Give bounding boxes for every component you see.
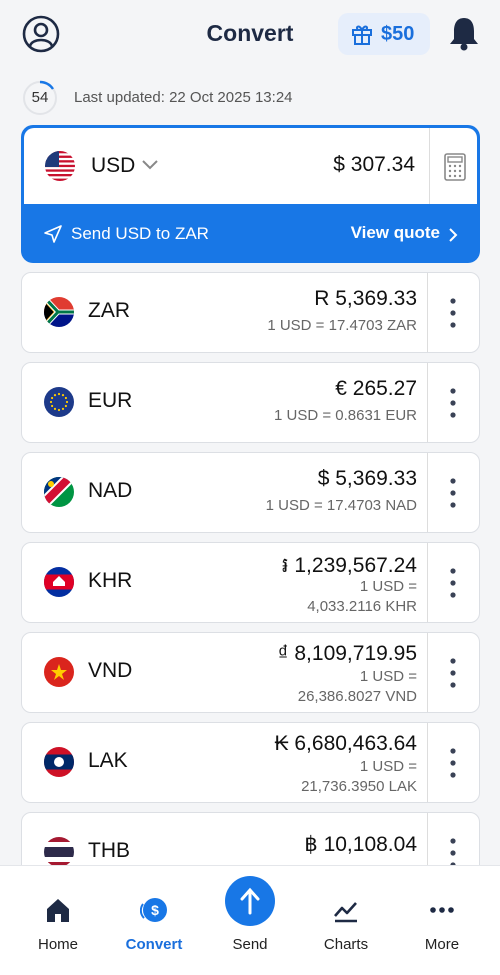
flag-usa-icon [45,151,75,181]
flag-eu-icon [44,387,74,417]
exchange-rate: 1 USD = 0.8631 EUR [274,407,417,424]
chevron-right-icon [449,228,458,242]
more-icon [430,907,454,913]
currency-code: ZAR [88,299,130,322]
convert-icon: $ [140,898,167,922]
converted-amount: $ 5,369.33 [317,467,417,490]
currency-row-lak[interactable]: LAK ₭ 6,680,463.64 1 USD = 21,736.3950 L… [21,722,480,803]
paper-plane-icon [44,225,62,243]
nav-more-label: More [424,936,460,953]
flag-south-africa-icon [44,297,74,327]
send-label[interactable]: Send USD to ZAR [71,224,209,244]
divider [427,363,428,442]
flag-cambodia-icon [44,567,74,597]
refresh-countdown: 54 [31,89,49,106]
exchange-rate-line1: 1 USD = [359,758,417,775]
exchange-rate-line2: 21,736.3950 LAK [301,778,417,795]
converted-amount: ₭ 6,680,463.64 [274,732,417,755]
exchange-rate: 1 USD = 17.4703 ZAR [267,317,417,334]
divider [427,723,428,802]
currency-code: THB [88,839,130,862]
kebab-menu-icon[interactable] [446,386,460,420]
base-currency-input[interactable]: USD $ 307.34 [24,128,477,204]
nav-convert[interactable]: $ Convert [104,866,204,975]
flag-laos-icon [44,747,74,777]
send-quote-bar[interactable]: Send USD to ZAR View quote [21,205,480,263]
kebab-menu-icon[interactable] [446,296,460,330]
base-amount[interactable]: $ 307.34 [333,153,415,177]
nav-send-label: Send [232,936,268,953]
last-updated-bar: 54 Last updated: 22 Oct 2025 13:24 [22,80,482,116]
base-currency-card: USD $ 307.34 Send USD to ZAR View quote [21,125,480,263]
chevron-down-icon[interactable] [141,158,159,172]
converted-amount: R 5,369.33 [314,287,417,310]
last-updated-text: Last updated: 22 Oct 2025 13:24 [74,89,293,106]
kebab-menu-icon[interactable] [446,566,460,600]
svg-text:$: $ [151,902,159,918]
currency-row-nad[interactable]: NAD $ 5,369.33 1 USD = 17.4703 NAD [21,452,480,533]
divider [427,543,428,622]
home-icon [47,899,69,922]
currency-code: NAD [88,479,133,502]
chart-icon [334,902,357,923]
calculator-icon[interactable] [444,153,466,181]
reward-amount: $50 [381,23,415,45]
kebab-menu-icon[interactable] [446,656,460,690]
exchange-rate: 1 USD = 17.4703 NAD [265,497,417,514]
currency-code: LAK [88,749,128,772]
currency-code: EUR [88,389,133,412]
currency-row-eur[interactable]: EUR € 265.27 1 USD = 0.8631 EUR [21,362,480,443]
reward-button[interactable]: $50 [338,13,430,55]
currency-code: VND [88,659,133,682]
view-quote-label: View quote [350,223,440,242]
flag-namibia-icon [44,477,74,507]
nav-home[interactable]: Home [8,866,108,975]
base-currency-code[interactable]: USD [91,154,135,178]
divider [427,633,428,712]
nav-charts-label: Charts [323,936,369,953]
currency-row-zar[interactable]: ZAR R 5,369.33 1 USD = 17.4703 ZAR [21,272,480,353]
exchange-rate-line2: 4,033.2116 KHR [307,598,417,615]
divider [427,273,428,352]
app-header: Convert $50 [0,0,500,72]
nav-send[interactable]: Send [200,866,300,975]
arrow-up-icon [240,887,260,915]
converted-amount: ₫ 8,109,719.95 [277,642,417,665]
view-quote-link[interactable]: View quote [351,223,460,243]
gift-icon [352,25,372,45]
bottom-nav: Home $ Convert Send Charts More [0,865,500,975]
nav-more[interactable]: More [392,866,492,975]
currency-row-vnd[interactable]: VND ₫ 8,109,719.95 1 USD = 26,386.8027 V… [21,632,480,713]
flag-vietnam-icon [44,657,74,687]
exchange-rate-line1: 1 USD = [359,668,417,685]
currency-row-khr[interactable]: KHR ៛ 1,239,567.24 1 USD = 4,033.2116 KH… [21,542,480,623]
exchange-rate-line2: 26,386.8027 VND [297,688,417,705]
nav-convert-label: Convert [125,936,183,953]
nav-home-label: Home [37,936,78,953]
currency-code: KHR [88,569,133,592]
converted-amount: € 265.27 [335,377,417,400]
divider [427,453,428,532]
nav-charts[interactable]: Charts [296,866,396,975]
converted-amount: ฿ 10,108.04 [304,833,417,856]
send-fab[interactable] [225,876,275,926]
kebab-menu-icon[interactable] [446,476,460,510]
flag-thailand-icon [44,837,74,867]
divider [429,128,430,204]
bell-icon[interactable] [448,15,480,51]
kebab-menu-icon[interactable] [446,746,460,780]
exchange-rate-line1: 1 USD = [359,578,417,595]
